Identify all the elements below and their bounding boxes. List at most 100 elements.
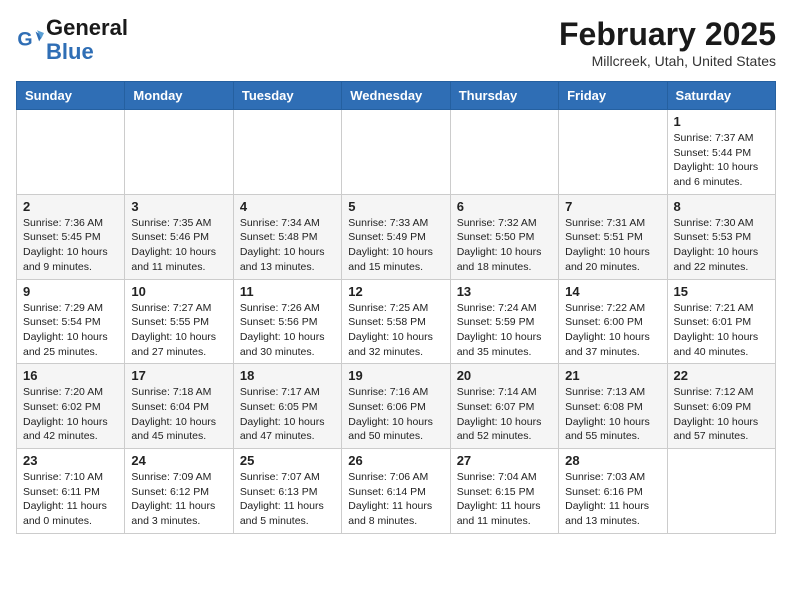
calendar-cell xyxy=(450,110,558,195)
calendar-cell xyxy=(667,449,775,534)
calendar-cell: 12 Sunrise: 7:25 AM Sunset: 5:58 PM Dayli… xyxy=(342,279,450,364)
calendar-cell xyxy=(342,110,450,195)
logo: G General Blue xyxy=(16,16,128,64)
calendar-table: SundayMondayTuesdayWednesdayThursdayFrid… xyxy=(16,81,776,534)
day-info: Sunrise: 7:03 AM Sunset: 6:16 PM Dayligh… xyxy=(565,470,660,529)
day-info: Sunrise: 7:34 AM Sunset: 5:48 PM Dayligh… xyxy=(240,216,335,275)
day-number: 11 xyxy=(240,284,335,299)
day-info: Sunrise: 7:36 AM Sunset: 5:45 PM Dayligh… xyxy=(23,216,118,275)
day-header-wednesday: Wednesday xyxy=(342,82,450,110)
calendar-header-row: SundayMondayTuesdayWednesdayThursdayFrid… xyxy=(17,82,776,110)
day-number: 7 xyxy=(565,199,660,214)
day-number: 10 xyxy=(131,284,226,299)
calendar-week-1: 1Sunrise: 7:37 AM Sunset: 5:44 PM Daylig… xyxy=(17,110,776,195)
calendar-cell: 5Sunrise: 7:33 AM Sunset: 5:49 PM Daylig… xyxy=(342,194,450,279)
day-number: 8 xyxy=(674,199,769,214)
calendar-week-5: 23Sunrise: 7:10 AM Sunset: 6:11 PM Dayli… xyxy=(17,449,776,534)
day-number: 15 xyxy=(674,284,769,299)
day-header-tuesday: Tuesday xyxy=(233,82,341,110)
day-info: Sunrise: 7:21 AM Sunset: 6:01 PM Dayligh… xyxy=(674,301,769,360)
calendar-cell xyxy=(559,110,667,195)
logo-text: General Blue xyxy=(46,16,128,64)
day-info: Sunrise: 7:26 AM Sunset: 5:56 PM Dayligh… xyxy=(240,301,335,360)
day-info: Sunrise: 7:13 AM Sunset: 6:08 PM Dayligh… xyxy=(565,385,660,444)
calendar-cell: 6 Sunrise: 7:32 AM Sunset: 5:50 PM Daylig… xyxy=(450,194,558,279)
calendar-cell: 21 Sunrise: 7:13 AM Sunset: 6:08 PM Dayli… xyxy=(559,364,667,449)
day-number: 6 xyxy=(457,199,552,214)
day-header-saturday: Saturday xyxy=(667,82,775,110)
calendar-cell: 16 Sunrise: 7:20 AM Sunset: 6:02 PM Dayli… xyxy=(17,364,125,449)
title-block: February 2025 Millcreek, Utah, United St… xyxy=(559,16,776,69)
day-info: Sunrise: 7:31 AM Sunset: 5:51 PM Dayligh… xyxy=(565,216,660,275)
day-info: Sunrise: 7:24 AM Sunset: 5:59 PM Dayligh… xyxy=(457,301,552,360)
calendar-cell: 7 Sunrise: 7:31 AM Sunset: 5:51 PM Daylig… xyxy=(559,194,667,279)
day-info: Sunrise: 7:20 AM Sunset: 6:02 PM Dayligh… xyxy=(23,385,118,444)
day-number: 1 xyxy=(674,114,769,129)
day-info: Sunrise: 7:30 AM Sunset: 5:53 PM Dayligh… xyxy=(674,216,769,275)
day-number: 28 xyxy=(565,453,660,468)
calendar-cell: 14 Sunrise: 7:22 AM Sunset: 6:00 PM Dayli… xyxy=(559,279,667,364)
calendar-cell: 25 Sunrise: 7:07 AM Sunset: 6:13 PM Dayli… xyxy=(233,449,341,534)
calendar-cell: 10 Sunrise: 7:27 AM Sunset: 5:55 PM Dayli… xyxy=(125,279,233,364)
calendar-cell xyxy=(125,110,233,195)
day-number: 16 xyxy=(23,368,118,383)
day-info: Sunrise: 7:35 AM Sunset: 5:46 PM Dayligh… xyxy=(131,216,226,275)
calendar-cell: 24Sunrise: 7:09 AM Sunset: 6:12 PM Dayli… xyxy=(125,449,233,534)
day-number: 12 xyxy=(348,284,443,299)
day-number: 22 xyxy=(674,368,769,383)
day-number: 14 xyxy=(565,284,660,299)
calendar-cell: 11 Sunrise: 7:26 AM Sunset: 5:56 PM Dayli… xyxy=(233,279,341,364)
day-info: Sunrise: 7:12 AM Sunset: 6:09 PM Dayligh… xyxy=(674,385,769,444)
day-number: 4 xyxy=(240,199,335,214)
day-info: Sunrise: 7:32 AM Sunset: 5:50 PM Dayligh… xyxy=(457,216,552,275)
day-info: Sunrise: 7:29 AM Sunset: 5:54 PM Dayligh… xyxy=(23,301,118,360)
calendar-cell xyxy=(233,110,341,195)
day-info: Sunrise: 7:16 AM Sunset: 6:06 PM Dayligh… xyxy=(348,385,443,444)
calendar-cell: 20 Sunrise: 7:14 AM Sunset: 6:07 PM Dayli… xyxy=(450,364,558,449)
calendar-cell: 2 Sunrise: 7:36 AM Sunset: 5:45 PM Daylig… xyxy=(17,194,125,279)
day-header-friday: Friday xyxy=(559,82,667,110)
location: Millcreek, Utah, United States xyxy=(559,53,776,69)
calendar-cell: 28 Sunrise: 7:03 AM Sunset: 6:16 PM Dayli… xyxy=(559,449,667,534)
day-info: Sunrise: 7:09 AM Sunset: 6:12 PM Dayligh… xyxy=(131,470,226,529)
day-info: Sunrise: 7:25 AM Sunset: 5:58 PM Dayligh… xyxy=(348,301,443,360)
calendar-cell: 15 Sunrise: 7:21 AM Sunset: 6:01 PM Dayli… xyxy=(667,279,775,364)
day-number: 5 xyxy=(348,199,443,214)
day-info: Sunrise: 7:27 AM Sunset: 5:55 PM Dayligh… xyxy=(131,301,226,360)
calendar-cell: 27Sunrise: 7:04 AM Sunset: 6:15 PM Dayli… xyxy=(450,449,558,534)
day-header-monday: Monday xyxy=(125,82,233,110)
calendar-cell: 13 Sunrise: 7:24 AM Sunset: 5:59 PM Dayli… xyxy=(450,279,558,364)
calendar-week-3: 9 Sunrise: 7:29 AM Sunset: 5:54 PM Daylig… xyxy=(17,279,776,364)
calendar-week-4: 16 Sunrise: 7:20 AM Sunset: 6:02 PM Dayli… xyxy=(17,364,776,449)
calendar-cell xyxy=(17,110,125,195)
day-number: 25 xyxy=(240,453,335,468)
day-number: 9 xyxy=(23,284,118,299)
day-number: 13 xyxy=(457,284,552,299)
page-header: G General Blue February 2025 Millcreek, … xyxy=(16,16,776,69)
calendar-cell: 23Sunrise: 7:10 AM Sunset: 6:11 PM Dayli… xyxy=(17,449,125,534)
calendar-cell: 22 Sunrise: 7:12 AM Sunset: 6:09 PM Dayli… xyxy=(667,364,775,449)
day-info: Sunrise: 7:18 AM Sunset: 6:04 PM Dayligh… xyxy=(131,385,226,444)
svg-text:G: G xyxy=(17,29,32,51)
day-number: 2 xyxy=(23,199,118,214)
day-number: 18 xyxy=(240,368,335,383)
day-number: 20 xyxy=(457,368,552,383)
calendar-cell: 4 Sunrise: 7:34 AM Sunset: 5:48 PM Daylig… xyxy=(233,194,341,279)
day-number: 19 xyxy=(348,368,443,383)
calendar-cell: 3 Sunrise: 7:35 AM Sunset: 5:46 PM Daylig… xyxy=(125,194,233,279)
day-info: Sunrise: 7:06 AM Sunset: 6:14 PM Dayligh… xyxy=(348,470,443,529)
calendar-cell: 18 Sunrise: 7:17 AM Sunset: 6:05 PM Dayli… xyxy=(233,364,341,449)
calendar-cell: 26Sunrise: 7:06 AM Sunset: 6:14 PM Dayli… xyxy=(342,449,450,534)
calendar-cell: 19 Sunrise: 7:16 AM Sunset: 6:06 PM Dayli… xyxy=(342,364,450,449)
day-header-thursday: Thursday xyxy=(450,82,558,110)
month-title: February 2025 xyxy=(559,16,776,53)
day-number: 3 xyxy=(131,199,226,214)
day-info: Sunrise: 7:17 AM Sunset: 6:05 PM Dayligh… xyxy=(240,385,335,444)
day-info: Sunrise: 7:14 AM Sunset: 6:07 PM Dayligh… xyxy=(457,385,552,444)
day-info: Sunrise: 7:07 AM Sunset: 6:13 PM Dayligh… xyxy=(240,470,335,529)
day-number: 27 xyxy=(457,453,552,468)
day-number: 21 xyxy=(565,368,660,383)
day-info: Sunrise: 7:22 AM Sunset: 6:00 PM Dayligh… xyxy=(565,301,660,360)
calendar-cell: 17Sunrise: 7:18 AM Sunset: 6:04 PM Dayli… xyxy=(125,364,233,449)
day-info: Sunrise: 7:10 AM Sunset: 6:11 PM Dayligh… xyxy=(23,470,118,529)
